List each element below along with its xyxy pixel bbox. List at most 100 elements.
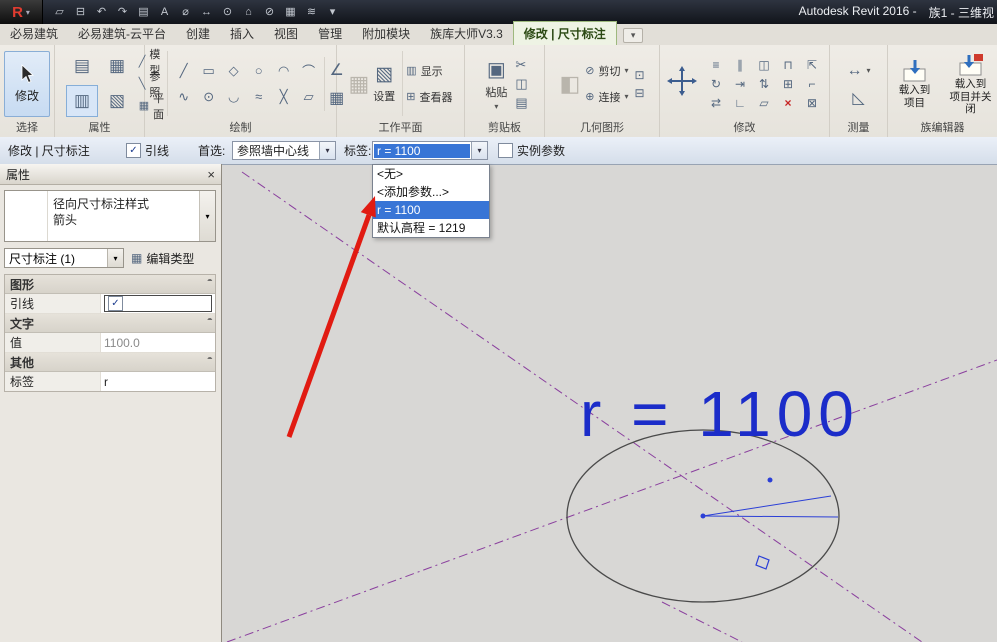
switch-windows-icon[interactable]: ≋: [301, 0, 322, 24]
draw-spline-button[interactable]: ∿: [171, 84, 196, 110]
customize-qat-icon[interactable]: ▾: [322, 0, 343, 24]
aligned-dimension-icon[interactable]: ↔: [196, 0, 217, 24]
join-geometry-button[interactable]: ⊕ 连接 ▾: [585, 86, 628, 108]
value-field[interactable]: 1100.0: [101, 333, 215, 352]
chevron-down-icon[interactable]: ▾: [471, 142, 487, 159]
tab-biyi-arch[interactable]: 必易建筑: [0, 22, 68, 45]
draw-arc-button[interactable]: ◠: [271, 58, 296, 84]
panel-label-modify[interactable]: 修改: [660, 121, 829, 136]
properties-palette-button[interactable]: ▤: [66, 50, 98, 82]
dropdown-option-add-parameter[interactable]: <添加参数...>: [373, 183, 489, 201]
rotate-button[interactable]: ↻: [704, 74, 728, 93]
family-types-button[interactable]: ▦: [101, 50, 133, 82]
load-into-project-button[interactable]: 载入到 项目: [890, 59, 940, 109]
panel-label-geometry[interactable]: 几何图形: [545, 121, 659, 136]
application-menu-button[interactable]: R ▾: [0, 0, 43, 24]
trim-corner-button[interactable]: ∟: [728, 93, 752, 112]
panel-label-workplane[interactable]: 工作平面: [337, 121, 464, 136]
pin-button[interactable]: ▱: [752, 93, 776, 112]
print-icon[interactable]: ▤: [133, 0, 154, 24]
paste-button[interactable]: ▣ 粘贴 ▾: [481, 57, 511, 111]
visibility-settings-button[interactable]: ▧: [101, 85, 133, 117]
tab-family-master[interactable]: 族库大师V3.3: [420, 22, 513, 45]
collapse-icon[interactable]: ˆˆ: [207, 279, 210, 290]
reference-plane-button[interactable]: ▦ 平面: [139, 95, 164, 116]
modify-tool-button[interactable]: 修改: [4, 51, 50, 117]
instance-parameter-checkbox[interactable]: [498, 143, 513, 158]
save-icon[interactable]: ⊟: [70, 0, 91, 24]
text-icon[interactable]: A: [154, 0, 175, 24]
draw-partial-ellipse-button[interactable]: ▱: [296, 84, 321, 110]
mirror-button[interactable]: ◫: [752, 55, 776, 74]
open-icon[interactable]: ▱: [49, 0, 70, 24]
section-other[interactable]: 其他 ˆˆ: [5, 353, 215, 372]
draw-polygon-button[interactable]: ◇: [221, 58, 246, 84]
draw-center-arc-button[interactable]: ⌒: [296, 58, 321, 84]
cut-to-clipboard-icon[interactable]: ✂: [515, 57, 527, 73]
tab-addins[interactable]: 附加模块: [352, 22, 420, 45]
trim-button[interactable]: ⇱: [800, 55, 824, 74]
close-icon[interactable]: ×: [207, 168, 215, 181]
tag-field[interactable]: r: [101, 372, 215, 391]
dropdown-option-default-elevation[interactable]: 默认高程 = 1219: [373, 219, 489, 237]
copy-button[interactable]: ⇥: [728, 74, 752, 93]
panel-label-family-editor[interactable]: 族编辑器: [888, 121, 997, 136]
leader-option[interactable]: ✓ 引线: [126, 137, 169, 163]
leader-checkbox[interactable]: ✓: [126, 143, 141, 158]
label-select[interactable]: r = 1100 ▾: [372, 141, 488, 160]
tab-biyi-cloud[interactable]: 必易建筑-云平台: [68, 22, 176, 45]
section-text[interactable]: 文字 ˆˆ: [5, 314, 215, 333]
panel-label-properties[interactable]: 属性: [55, 121, 144, 136]
move-button[interactable]: [665, 66, 699, 101]
tab-manage[interactable]: 管理: [308, 22, 352, 45]
chevron-down-icon[interactable]: ▾: [199, 191, 215, 241]
offset-button[interactable]: ∥: [728, 55, 752, 74]
draw-circle-button[interactable]: ○: [246, 58, 271, 84]
panel-label-select[interactable]: 选择: [0, 121, 54, 136]
label-parameter-glyph[interactable]: [756, 556, 769, 569]
tab-view[interactable]: 视图: [264, 22, 308, 45]
align-button[interactable]: ≡: [704, 55, 728, 74]
draw-rectangle-button[interactable]: ▭: [196, 58, 221, 84]
measure-tool-button[interactable]: ↔ ▾: [846, 60, 870, 82]
unpin-button[interactable]: ⇄: [704, 93, 728, 112]
prefer-select[interactable]: 参照墙中心线 ▾: [232, 141, 336, 160]
draw-ellipse-button[interactable]: ⊙: [196, 84, 221, 110]
element-filter-select[interactable]: 尺寸标注 (1) ▾: [4, 248, 124, 268]
instance-parameter-option[interactable]: 实例参数: [498, 137, 565, 163]
ribbon-display-toggle[interactable]: ▾: [623, 28, 644, 43]
edit-type-button[interactable]: ▦ 编辑类型: [128, 248, 216, 268]
show-workplane-button[interactable]: ▥ 显示: [406, 60, 452, 82]
palette-title-bar[interactable]: 属性 ×: [0, 164, 221, 185]
section-icon[interactable]: ⊘: [259, 0, 280, 24]
section-graphics[interactable]: 图形 ˆˆ: [5, 275, 215, 294]
match-type-button[interactable]: ⊠: [800, 93, 824, 112]
type-selector[interactable]: 径向尺寸标注样式 箭头 ▾: [4, 190, 216, 242]
radius-dimension-line[interactable]: [703, 516, 838, 517]
delete-button[interactable]: ×: [776, 93, 800, 112]
measure-icon[interactable]: ⌀: [175, 0, 196, 24]
cope-icon[interactable]: ⊡: [634, 68, 644, 82]
center-point-handle[interactable]: [701, 514, 706, 519]
draw-tangent-arc-button[interactable]: ◡: [221, 84, 246, 110]
set-workplane-button[interactable]: ▧ 设置: [369, 63, 399, 104]
redo-icon[interactable]: ↷: [112, 0, 133, 24]
draw-pick-lines-button[interactable]: ╳: [271, 84, 296, 110]
split-face-icon[interactable]: ⊟: [634, 86, 644, 100]
chevron-down-icon[interactable]: ▾: [319, 142, 335, 159]
dropdown-option-none[interactable]: <无>: [373, 165, 489, 183]
draw-line-button[interactable]: ╱: [171, 58, 196, 84]
leader-value-field[interactable]: ✓: [104, 295, 212, 312]
load-into-project-and-close-button[interactable]: 载入到 项目并关闭: [946, 53, 996, 115]
dropdown-option-r-1100[interactable]: r = 1100: [373, 201, 489, 219]
trim-extend-button[interactable]: ⌐: [800, 74, 824, 93]
leader-property-checkbox[interactable]: ✓: [108, 296, 123, 311]
copy-to-clipboard-icon[interactable]: ◫: [515, 76, 527, 92]
collapse-icon[interactable]: ˆˆ: [207, 318, 210, 329]
thin-lines-icon[interactable]: ▦: [280, 0, 301, 24]
default-3d-view-icon[interactable]: ⌂: [238, 0, 259, 24]
dimension-drag-handle[interactable]: [768, 478, 773, 483]
tab-create[interactable]: 创建: [176, 22, 220, 45]
panel-label-clipboard[interactable]: 剪贴板: [465, 121, 544, 136]
tab-modify-dimensions[interactable]: 修改 | 尺寸标注: [513, 21, 617, 45]
